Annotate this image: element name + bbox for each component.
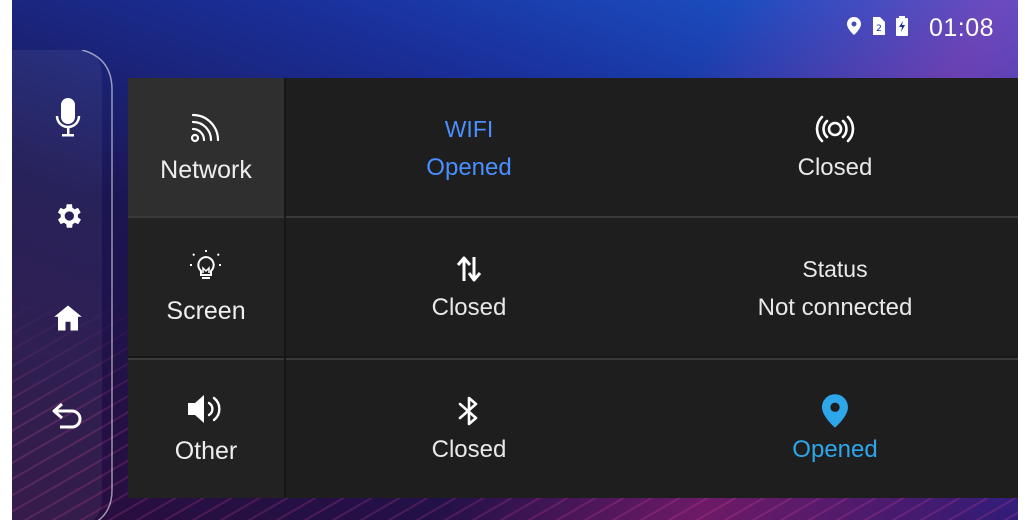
home-button[interactable] (50, 302, 86, 338)
sidebar (12, 50, 116, 528)
screen-bezel-right (1018, 0, 1024, 528)
status-tile[interactable]: Status Not connected (652, 218, 1018, 356)
bluetooth-state: Closed (431, 436, 507, 463)
location-state: Opened (792, 436, 878, 463)
wifi-signal-icon (189, 110, 223, 148)
category-label: Screen (166, 296, 246, 325)
category-label: Other (174, 436, 238, 465)
toggle-row: Closed Opened (286, 360, 1018, 498)
category-label: Network (160, 155, 252, 184)
location-icon (846, 17, 861, 39)
microphone-icon (55, 98, 81, 142)
location-pin-icon (822, 394, 848, 428)
wifi-toggle[interactable]: WIFI Opened (286, 78, 652, 216)
microphone-button[interactable] (50, 98, 86, 138)
data-transfer-icon (456, 252, 482, 286)
back-button[interactable] (50, 400, 86, 436)
bluetooth-toggle[interactable]: Closed (286, 360, 652, 498)
clock: 01:08 (928, 13, 994, 42)
svg-text:2: 2 (876, 24, 882, 34)
sim-icon: 2 (871, 17, 885, 39)
speaker-icon (186, 393, 226, 429)
home-icon (53, 303, 83, 337)
location-toggle[interactable]: Opened (652, 360, 1018, 498)
category-screen[interactable]: Screen (128, 218, 284, 356)
category-other[interactable]: Other (128, 360, 284, 498)
gear-icon (52, 200, 84, 236)
status-title: Status (802, 255, 868, 282)
hotspot-state: Closed (797, 154, 873, 181)
toggle-grid: WIFI Opened Closed Closed Status Not con (286, 78, 1018, 498)
settings-button[interactable] (50, 200, 86, 236)
screen-bezel-bottom (0, 520, 1024, 528)
bluetooth-icon (457, 394, 481, 428)
wifi-title: WIFI (444, 115, 494, 142)
category-list: Network Screen Other (128, 78, 284, 498)
hotspot-toggle[interactable]: Closed (652, 78, 1018, 216)
settings-panel: Network Screen Other WIFI Opened Closed … (128, 78, 1018, 498)
category-network[interactable]: Network (128, 78, 284, 216)
toggle-row: Closed Status Not connected (286, 218, 1018, 356)
data-state: Closed (431, 294, 507, 321)
battery-icon (895, 16, 909, 40)
screen-bezel-left (0, 0, 12, 528)
status-bar: 2 01:08 (846, 10, 994, 46)
hotspot-icon (815, 112, 855, 146)
data-toggle[interactable]: Closed (286, 218, 652, 356)
back-icon (52, 402, 84, 434)
lightbulb-icon (188, 249, 224, 289)
status-state: Not connected (757, 294, 913, 321)
wifi-state: Opened (426, 154, 512, 181)
toggle-row: WIFI Opened Closed (286, 78, 1018, 216)
